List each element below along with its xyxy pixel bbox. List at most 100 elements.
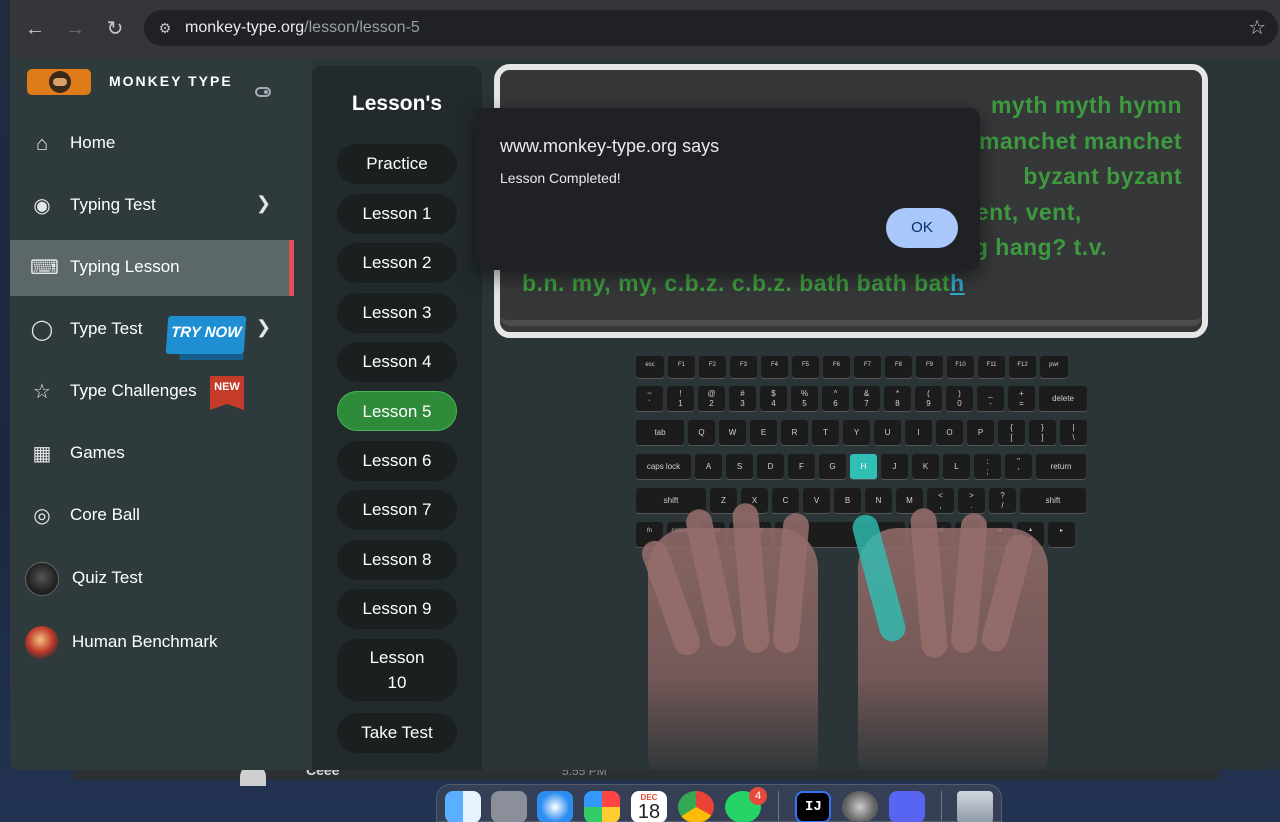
sidebar-item-core-ball[interactable]: ◎ Core Ball	[10, 488, 290, 544]
key-2-3: E	[750, 420, 777, 445]
key-1-12: + =	[1008, 386, 1035, 411]
key-0-12: F12	[1009, 356, 1036, 378]
lesson-button-2[interactable]: Lesson 2	[337, 243, 457, 283]
address-bar[interactable]: ⚙ monkey-type.org/lesson/lesson-5 ☆	[144, 10, 1278, 46]
lesson-button-9[interactable]: Lesson 9	[337, 589, 457, 629]
forward-arrow-icon[interactable]: →	[62, 16, 88, 42]
key-2-12: } ]	[1029, 420, 1056, 445]
key-2-11: { [	[998, 420, 1025, 445]
safari-icon[interactable]	[537, 791, 573, 822]
key-0-4: F4	[761, 356, 788, 378]
sidebar-item-type-test[interactable]: ◯ Type Test ❯	[10, 302, 290, 358]
target-icon: ◎	[33, 505, 51, 527]
url-path: /lesson/lesson-5	[304, 19, 420, 36]
cat-icon: ◯	[30, 319, 54, 341]
finder-icon[interactable]	[445, 791, 481, 822]
key-1-5: % 5	[791, 386, 818, 411]
calendar-day: 18	[637, 801, 661, 822]
photos-icon[interactable]	[584, 791, 620, 822]
key-0-7: F7	[854, 356, 881, 378]
browser-toolbar: ← → ↻ ⚙ monkey-type.org/lesson/lesson-5 …	[10, 0, 1280, 58]
chrome-icon[interactable]	[678, 791, 714, 822]
ok-button[interactable]: OK	[886, 208, 958, 248]
sidebar-item-human-benchmark[interactable]: Human Benchmark	[10, 615, 290, 671]
reload-icon[interactable]: ↻	[102, 16, 128, 42]
sidebar-item-games[interactable]: ▦ Games	[10, 426, 290, 482]
sidebar-item-label: Type Challenges	[70, 381, 197, 400]
dock: DEC 18 4 IJ	[436, 784, 1002, 822]
key-1-0: ~ `	[636, 386, 663, 411]
lesson-button-10[interactable]: Lesson 10	[337, 639, 457, 701]
lesson-button-3[interactable]: Lesson 3	[337, 293, 457, 333]
lesson-button-10-label: Lesson 10	[369, 648, 425, 692]
url-host: monkey-type.org	[185, 19, 305, 36]
theme-toggle-icon[interactable]	[255, 87, 271, 97]
new-badge: NEW	[210, 376, 244, 410]
back-arrow-icon[interactable]: ←	[22, 16, 48, 42]
key-2-4: R	[781, 420, 808, 445]
calendar-icon[interactable]: DEC 18	[631, 791, 667, 822]
key-0-2: F2	[699, 356, 726, 378]
sidebar-item-label: Quiz Test	[72, 568, 143, 587]
url-text[interactable]: monkey-type.org/lesson/lesson-5	[185, 19, 420, 37]
lesson-button-1[interactable]: Lesson 1	[337, 194, 457, 234]
intellij-label: IJ	[805, 799, 822, 815]
dock-separator	[778, 791, 779, 821]
key-1-11: _ -	[977, 386, 1004, 411]
page-content: MONKEY TYPE ⌂ Home ◉ Typing Test ❯ ⌨ Typ…	[10, 58, 1280, 770]
chevron-right-icon: ❯	[256, 193, 272, 213]
key-1-7: & 7	[853, 386, 880, 411]
site-settings-icon[interactable]: ⚙	[154, 17, 176, 39]
key-0-10: F10	[947, 356, 974, 378]
alert-dialog: www.monkey-type.org says Lesson Complete…	[476, 108, 980, 270]
lessons-panel: Lesson's Practice Lesson 1 Lesson 2 Less…	[312, 66, 482, 770]
chevron-right-icon: ❯	[256, 317, 272, 337]
lessons-title: Lesson's	[351, 92, 443, 115]
dock-separator	[941, 791, 942, 821]
notification-badge: 4	[749, 787, 767, 805]
key-0-3: F3	[730, 356, 757, 378]
intellij-icon[interactable]: IJ	[795, 791, 831, 822]
lesson-button-8[interactable]: Lesson 8	[337, 540, 457, 580]
lesson-button-6[interactable]: Lesson 6	[337, 441, 457, 481]
whatsapp-icon[interactable]: 4	[725, 787, 767, 822]
key-2-10: P	[967, 420, 994, 445]
sidebar-item-quiz-test[interactable]: Quiz Test	[10, 551, 290, 607]
sidebar-item-home[interactable]: ⌂ Home	[10, 116, 290, 172]
key-1-1: ! 1	[667, 386, 694, 411]
sidebar-item-typing-test[interactable]: ◉ Typing Test ❯	[10, 178, 290, 234]
dialog-message: Lesson Completed!	[500, 170, 621, 186]
key-0-9: F9	[916, 356, 943, 378]
bookmark-star-icon[interactable]: ☆	[1248, 15, 1266, 40]
sidebar-item-type-challenges[interactable]: ☆ Type Challenges	[10, 364, 290, 420]
discord-icon[interactable]	[889, 791, 925, 822]
sidebar-item-typing-lesson[interactable]: ⌨ Typing Lesson	[10, 240, 294, 296]
lesson-button-practice[interactable]: Practice	[337, 144, 457, 184]
key-2-0: tab	[636, 420, 684, 445]
lesson-button-7[interactable]: Lesson 7	[337, 490, 457, 530]
key-2-9: O	[936, 420, 963, 445]
key-2-6: Y	[843, 420, 870, 445]
key-2-8: I	[905, 420, 932, 445]
key-1-9: ( 9	[915, 386, 942, 411]
take-test-button[interactable]: Take Test	[337, 713, 457, 753]
key-0-13: pwr	[1040, 356, 1068, 378]
cursor-char: h	[950, 269, 965, 296]
try-now-badge[interactable]: TRY NOW	[165, 316, 247, 354]
key-0-11: F11	[978, 356, 1005, 378]
key-1-6: ^ 6	[822, 386, 849, 411]
launchpad-icon[interactable]	[491, 791, 527, 822]
brand-name[interactable]: MONKEY TYPE	[109, 73, 233, 89]
dialog-title: www.monkey-type.org says	[500, 136, 720, 156]
typing-line-6: b.n. my, my, c.b.z. c.b.z. bath bath bat…	[522, 266, 1182, 302]
hands-illustration	[638, 468, 1058, 770]
system-settings-icon[interactable]	[842, 791, 878, 822]
home-icon: ⌂	[35, 133, 49, 155]
sidebar-item-label: Type Test	[70, 319, 143, 338]
lesson-button-4[interactable]: Lesson 4	[337, 342, 457, 382]
sidebar-item-label: Human Benchmark	[72, 632, 218, 651]
lesson-button-5[interactable]: Lesson 5	[337, 391, 457, 431]
monkey-logo[interactable]	[27, 69, 91, 95]
trash-icon[interactable]	[957, 791, 993, 822]
sidebar: MONKEY TYPE ⌂ Home ◉ Typing Test ❯ ⌨ Typ…	[10, 58, 312, 770]
